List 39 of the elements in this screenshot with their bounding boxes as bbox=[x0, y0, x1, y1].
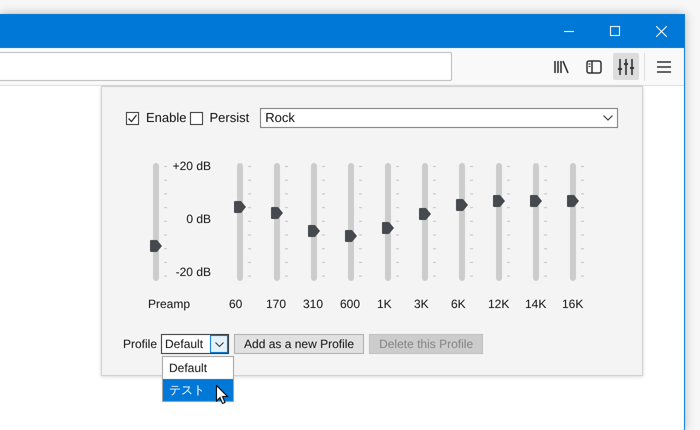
scale-label: -20 dB bbox=[176, 265, 211, 279]
chevron-down-icon bbox=[214, 342, 224, 346]
slider-thumb[interactable] bbox=[271, 206, 283, 219]
address-field[interactable] bbox=[0, 52, 452, 81]
slider-thumb[interactable] bbox=[308, 225, 320, 238]
band-label: 12K bbox=[487, 296, 510, 311]
band-label: 6K bbox=[450, 296, 467, 311]
slider-thumb[interactable] bbox=[419, 208, 431, 220]
band-label: 16K bbox=[561, 296, 584, 311]
scale-label: 0 dB bbox=[186, 212, 211, 226]
band-label: 60 bbox=[228, 296, 244, 311]
preamp-label: Preamp bbox=[148, 296, 192, 311]
band-label: 170 bbox=[265, 296, 288, 311]
band-label: 14K bbox=[524, 296, 548, 311]
enable-label: Enable bbox=[146, 109, 186, 128]
slider-thumb[interactable] bbox=[382, 222, 394, 234]
band-label: 1K bbox=[376, 296, 393, 311]
slider-thumb[interactable] bbox=[567, 194, 579, 207]
slider-thumb[interactable] bbox=[150, 240, 162, 252]
scale-label: +20 dB bbox=[172, 159, 211, 173]
chevron-down-icon bbox=[603, 115, 613, 121]
preset-select[interactable]: Rock bbox=[260, 108, 618, 128]
slider-thumb[interactable] bbox=[345, 230, 357, 242]
slider-thumb[interactable] bbox=[234, 200, 246, 213]
dropdown-option[interactable]: テスト bbox=[163, 379, 233, 401]
slider-thumb[interactable] bbox=[456, 199, 468, 212]
profile-button[interactable]: Add as a new Profile bbox=[234, 334, 364, 354]
band-label: 310 bbox=[302, 296, 324, 311]
dropdown-option[interactable]: Default bbox=[163, 357, 233, 379]
checkbox[interactable] bbox=[190, 112, 204, 124]
checkbox[interactable] bbox=[126, 112, 139, 124]
band-label: 600 bbox=[339, 296, 362, 311]
profile-label: Profile bbox=[123, 336, 158, 353]
profile-select[interactable]: Default bbox=[161, 334, 230, 354]
band-label: 3K bbox=[413, 296, 430, 311]
slider-thumb[interactable] bbox=[530, 194, 542, 207]
persist-label: Persist bbox=[209, 109, 250, 128]
equalizer-icon[interactable] bbox=[613, 53, 639, 80]
slider-thumb[interactable] bbox=[493, 194, 505, 207]
